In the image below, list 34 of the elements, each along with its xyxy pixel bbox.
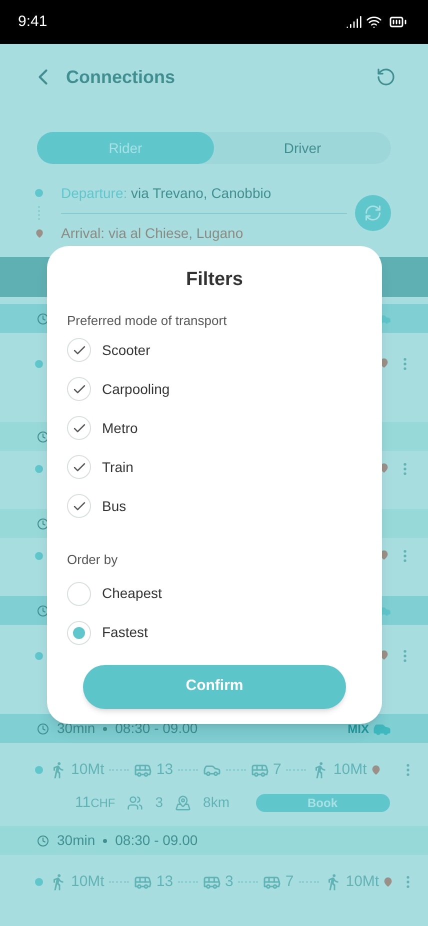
page-title: Connections: [66, 66, 176, 88]
leg-label: 10Mt: [71, 872, 104, 892]
leg-label: 10Mt: [333, 760, 367, 780]
leg-label: 7: [285, 872, 294, 892]
leg-label: 13: [156, 760, 174, 780]
leg-label: 10Mt: [346, 872, 380, 892]
status-time: 9:41: [18, 12, 48, 32]
departure-text: Departure: via Trevano, Canobbio: [61, 184, 272, 203]
option-label: Fastest: [102, 623, 148, 642]
duration: 30min: [57, 831, 96, 850]
leg-label: 7: [273, 760, 282, 780]
price: 11CHF: [75, 792, 116, 812]
option-label: Train: [102, 458, 134, 476]
duration: 30min: [57, 719, 96, 738]
leg-label: 13: [156, 872, 174, 892]
option-label: Bus: [102, 496, 126, 516]
option-label: Cheapest: [102, 584, 162, 603]
leg-label: 10Mt: [71, 760, 104, 780]
distance: 8km: [203, 793, 230, 812]
option-label: Carpooling: [102, 380, 170, 399]
confirm-button[interactable]: Confirm: [83, 664, 346, 708]
mode-tag: MIX: [348, 720, 369, 738]
tab[interactable]: Driver: [214, 132, 391, 164]
seats-count: 3: [155, 793, 164, 812]
dialog-title: Filters: [186, 268, 244, 292]
section-heading: Preferred mode of transport: [67, 312, 228, 330]
leg-label: 3: [225, 872, 234, 892]
tab[interactable]: Rider: [37, 132, 214, 164]
arrival-text: Arrival: via al Chiese, Lugano: [61, 224, 244, 243]
time-range: 08:30 - 09.00: [115, 831, 198, 850]
option-label: Metro: [102, 418, 138, 438]
section-heading: Order by: [67, 551, 119, 569]
book-button[interactable]: Book: [256, 794, 390, 812]
option-label: Scooter: [102, 340, 150, 360]
